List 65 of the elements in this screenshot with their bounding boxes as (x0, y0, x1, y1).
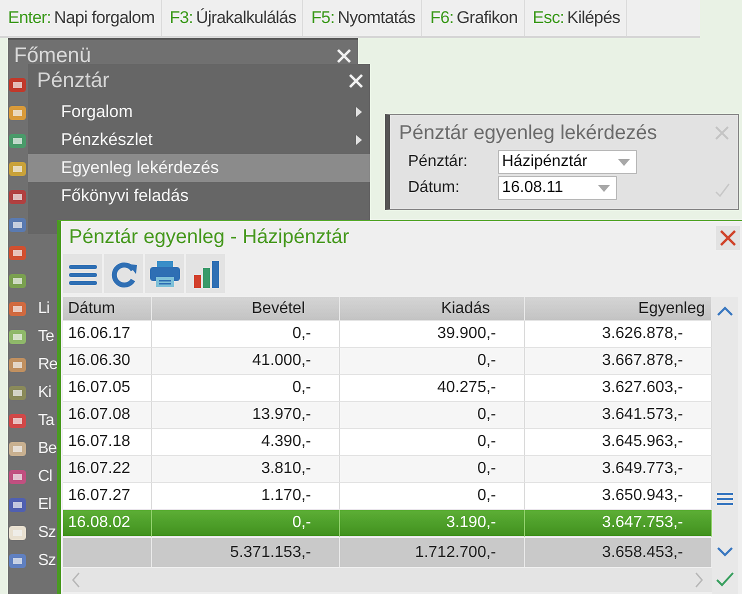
dropdown-field[interactable]: Házipénztár (498, 150, 637, 174)
shortcut-button[interactable]: Esc: Kilépés (524, 0, 628, 36)
tile-icon (8, 523, 28, 543)
total-cell: 1.712.700,- (340, 538, 525, 567)
toolbar-button[interactable] (145, 254, 184, 293)
scroll-down-icon[interactable] (717, 547, 733, 557)
tile-icon (8, 75, 28, 95)
submenu-item[interactable]: Forgalom (28, 98, 370, 126)
tile-icon (8, 551, 28, 571)
tile-icon (8, 495, 28, 515)
menu-item[interactable]: Li (38, 300, 50, 318)
menu-item[interactable]: Be (38, 440, 57, 458)
menu-item[interactable]: Re (38, 356, 58, 374)
menu-item[interactable]: El (38, 496, 52, 514)
tile-icon (8, 271, 28, 291)
tile-icon (8, 243, 28, 263)
menu-item[interactable]: Te (38, 328, 54, 346)
submenu-title: Pénztár (37, 69, 110, 93)
shortcut-button[interactable]: F5: Nyomtatás (303, 0, 422, 36)
tile-icon (8, 103, 28, 123)
field-label: Dátum: (408, 179, 461, 197)
shortcut-button[interactable]: F6: Grafikon (422, 0, 525, 36)
submenu-item[interactable]: Főkönyvi feladás (28, 182, 370, 210)
menu-icon[interactable] (717, 492, 733, 506)
table-row[interactable]: 16.06.30 41.000,- 0,- 3.667.878,- (63, 348, 712, 375)
tile-icon (8, 411, 28, 431)
menu-title: Főmenü (14, 44, 92, 68)
tile-icon (8, 467, 28, 487)
menu-item[interactable]: Ki (38, 384, 52, 402)
tile-icon (8, 355, 28, 375)
tile-icon (8, 131, 28, 151)
table-row[interactable]: 16.07.27 1.170,- 0,- 3.650.943,- (63, 483, 712, 510)
close-icon[interactable] (718, 228, 738, 248)
check-icon[interactable] (714, 182, 730, 198)
tile-icon (8, 439, 28, 459)
toolbar-button[interactable] (186, 254, 225, 293)
shortcut-button[interactable]: Enter: Napi forgalom (0, 0, 162, 36)
tile-icon (8, 299, 28, 319)
menu-item[interactable]: Sz (38, 524, 56, 542)
toolbar-button[interactable] (63, 254, 102, 293)
scroll-up-icon[interactable] (717, 306, 733, 316)
dialog-title: Pénztár egyenleg lekérdezés (399, 122, 657, 144)
submenu-item[interactable]: Pénzkészlet (28, 126, 370, 154)
window-title: Pénztár egyenleg - Házipénztár (69, 226, 350, 249)
tile-icon (8, 215, 28, 235)
tile-icon (8, 383, 28, 403)
table-row[interactable]: 16.07.05 0,- 40.275,- 3.627.603,- (63, 375, 712, 402)
tile-icon (8, 159, 28, 179)
dropdown-caret-icon (598, 184, 610, 192)
toolbar-button[interactable] (104, 254, 143, 293)
table-row[interactable]: 16.07.08 13.970,- 0,- 3.641.573,- (63, 402, 712, 429)
dropdown-caret-icon (618, 158, 630, 166)
table-row[interactable]: 16.06.17 0,- 39.900,- 3.626.878,- (63, 321, 712, 348)
check-icon[interactable] (716, 571, 734, 587)
menu-item[interactable]: Cl (38, 468, 52, 486)
total-cell: 5.371.153,- (152, 538, 340, 567)
field-label: Pénztár: (408, 153, 469, 171)
menu-item[interactable]: Ta (38, 412, 54, 430)
menu-item[interactable]: Sz (38, 552, 56, 570)
shortcut-button[interactable]: F3: Újrakalkulálás (162, 0, 304, 36)
tile-icon (8, 187, 28, 207)
dropdown-field[interactable]: 16.08.11 (498, 176, 617, 200)
table-row[interactable]: 16.07.22 3.810,- 0,- 3.649.773,- (63, 456, 712, 483)
table-row[interactable]: 16.07.18 4.390,- 0,- 3.645.963,- (63, 429, 712, 456)
tile-icon (8, 327, 28, 347)
